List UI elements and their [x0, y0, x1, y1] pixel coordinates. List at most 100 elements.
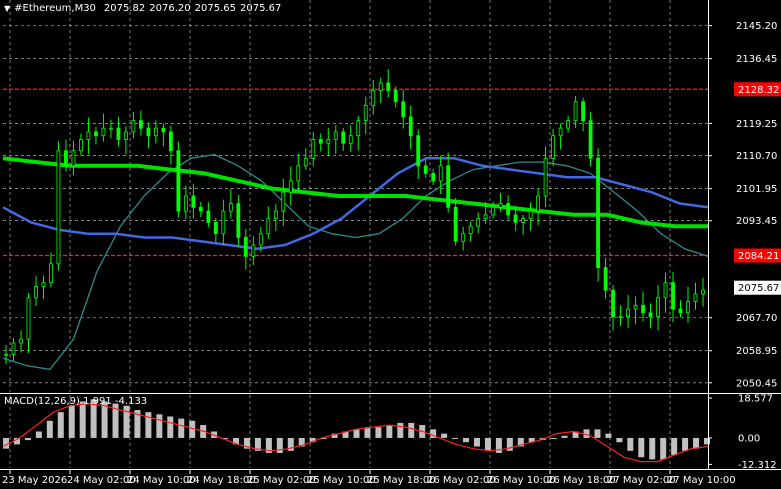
macd-histogram-bar	[452, 437, 459, 439]
candle-body	[491, 206, 496, 216]
macd-histogram-bar	[68, 405, 75, 438]
candle-body	[348, 135, 353, 144]
candle-body	[79, 139, 83, 152]
candle-body	[4, 353, 8, 356]
candle-body	[483, 214, 488, 220]
macd-histogram-bar	[441, 433, 448, 438]
candle-body	[296, 165, 301, 182]
candle-body	[536, 195, 541, 212]
candle-body	[124, 131, 128, 140]
candle-body	[453, 206, 458, 242]
macd-histogram-bar	[561, 435, 568, 438]
candle-body	[506, 203, 511, 216]
candle-body	[303, 157, 308, 167]
candle-body	[573, 101, 578, 122]
candle-body	[648, 312, 653, 318]
macd-histogram-bar	[473, 437, 480, 447]
macd-tick-label: -12.312	[738, 460, 777, 471]
y-tick-label: 2050.45	[736, 378, 777, 389]
macd-label: MACD(12,26,9) 1.991 -4.133	[4, 396, 148, 407]
x-tick-label: 24 May 02:00	[67, 475, 136, 486]
chart-header: ▼ #Ethereum,M30 2075.82 2076.20 2075.65 …	[4, 3, 281, 14]
x-axis-ticks: 23 May 2026 24 May 02:0024 May 10:0024 Ma…	[2, 469, 736, 486]
candle-body	[34, 286, 38, 299]
candle-body	[393, 90, 398, 103]
candle-body	[476, 218, 481, 227]
x-tick-label: 27 May 10:00	[667, 475, 736, 486]
candle-body	[228, 203, 233, 212]
candle-body	[686, 301, 690, 314]
candle-body	[288, 180, 293, 193]
macd-histogram-bar	[704, 437, 710, 445]
x-tick-label: 25 May 10:00	[307, 475, 376, 486]
candle-body	[438, 165, 443, 182]
candle-body	[333, 131, 338, 140]
macd-histogram-bar	[550, 437, 557, 439]
ma-mid-line	[2, 157, 709, 251]
macd-histogram-bar	[276, 437, 283, 453]
candle-body	[416, 135, 421, 167]
y-tick-label: 2119.25	[736, 119, 777, 130]
candle-body	[641, 304, 645, 314]
macd-histogram-bar	[671, 437, 678, 456]
macd-histogram-bar	[682, 437, 689, 451]
candle-body	[273, 210, 278, 220]
macd-histogram-bar	[353, 429, 360, 438]
macd-histogram-bar	[594, 429, 601, 438]
price-high: 2076.20	[149, 3, 191, 14]
candle-body	[423, 165, 428, 174]
macd-histogram-bar	[638, 437, 645, 458]
candle-body	[656, 297, 660, 318]
ma-fast-line	[2, 153, 709, 371]
candle-body	[566, 120, 570, 129]
x-tick-label: 27 May 02:00	[607, 475, 676, 486]
chart-canvas[interactable]: 2145.20 2136.45 2119.25 2110.70 2101.95 2093.…	[0, 0, 781, 489]
candle-body	[153, 127, 158, 137]
candle-body	[266, 218, 271, 235]
candle-body	[116, 127, 121, 140]
macd-histogram-bar	[484, 437, 491, 451]
macd-histogram-bar	[24, 437, 31, 441]
symbol-label: #Ethereum,M30	[14, 3, 96, 14]
trading-terminal: 2145.20 2136.45 2119.25 2110.70 2101.95 2093.…	[0, 0, 781, 489]
x-tick-label: 25 May 02:00	[247, 475, 316, 486]
y-tick-label: 2136.45	[736, 54, 777, 65]
candle-body	[386, 82, 391, 91]
candle-body	[693, 293, 698, 302]
candle-body	[371, 90, 376, 106]
candle-body	[461, 233, 466, 242]
candle-body	[41, 282, 46, 287]
candle-body	[94, 131, 98, 137]
macd-histogram-bar	[627, 437, 634, 451]
y-tick-label: 2101.95	[736, 184, 777, 195]
x-tick-label: 23 May 2026	[2, 475, 67, 486]
candle-body	[446, 165, 451, 208]
macd-histogram-bar	[605, 433, 612, 438]
horizontal-lines[interactable]	[3, 88, 708, 257]
triangle-down-icon[interactable]: ▼	[4, 4, 10, 13]
candle-body	[161, 127, 166, 133]
macd-histogram-bar	[660, 437, 667, 460]
candle-body	[139, 120, 143, 129]
candle-body	[618, 316, 623, 319]
candle-body	[318, 139, 323, 144]
price-open: 2075.82	[103, 3, 146, 14]
macd-histogram-bar	[57, 412, 64, 438]
x-tick-label: 25 May 18:00	[367, 475, 436, 486]
candle-body	[603, 267, 608, 291]
y-tick-label: 2067.70	[736, 313, 777, 324]
candle-body	[611, 289, 615, 318]
candlesticks	[4, 69, 705, 365]
candle-body	[468, 225, 473, 235]
macd-histogram-bar	[463, 437, 470, 443]
candle-body	[64, 150, 68, 167]
candle-body	[86, 131, 91, 140]
candle-body	[513, 214, 518, 223]
macd-histogram-bar	[616, 437, 623, 443]
macd-histogram-bar	[46, 420, 53, 438]
candle-body	[251, 244, 256, 257]
candle-body	[671, 282, 675, 310]
y-tick-label: 2058.95	[736, 346, 777, 357]
candle-body	[101, 127, 106, 137]
candle-body	[401, 101, 406, 118]
